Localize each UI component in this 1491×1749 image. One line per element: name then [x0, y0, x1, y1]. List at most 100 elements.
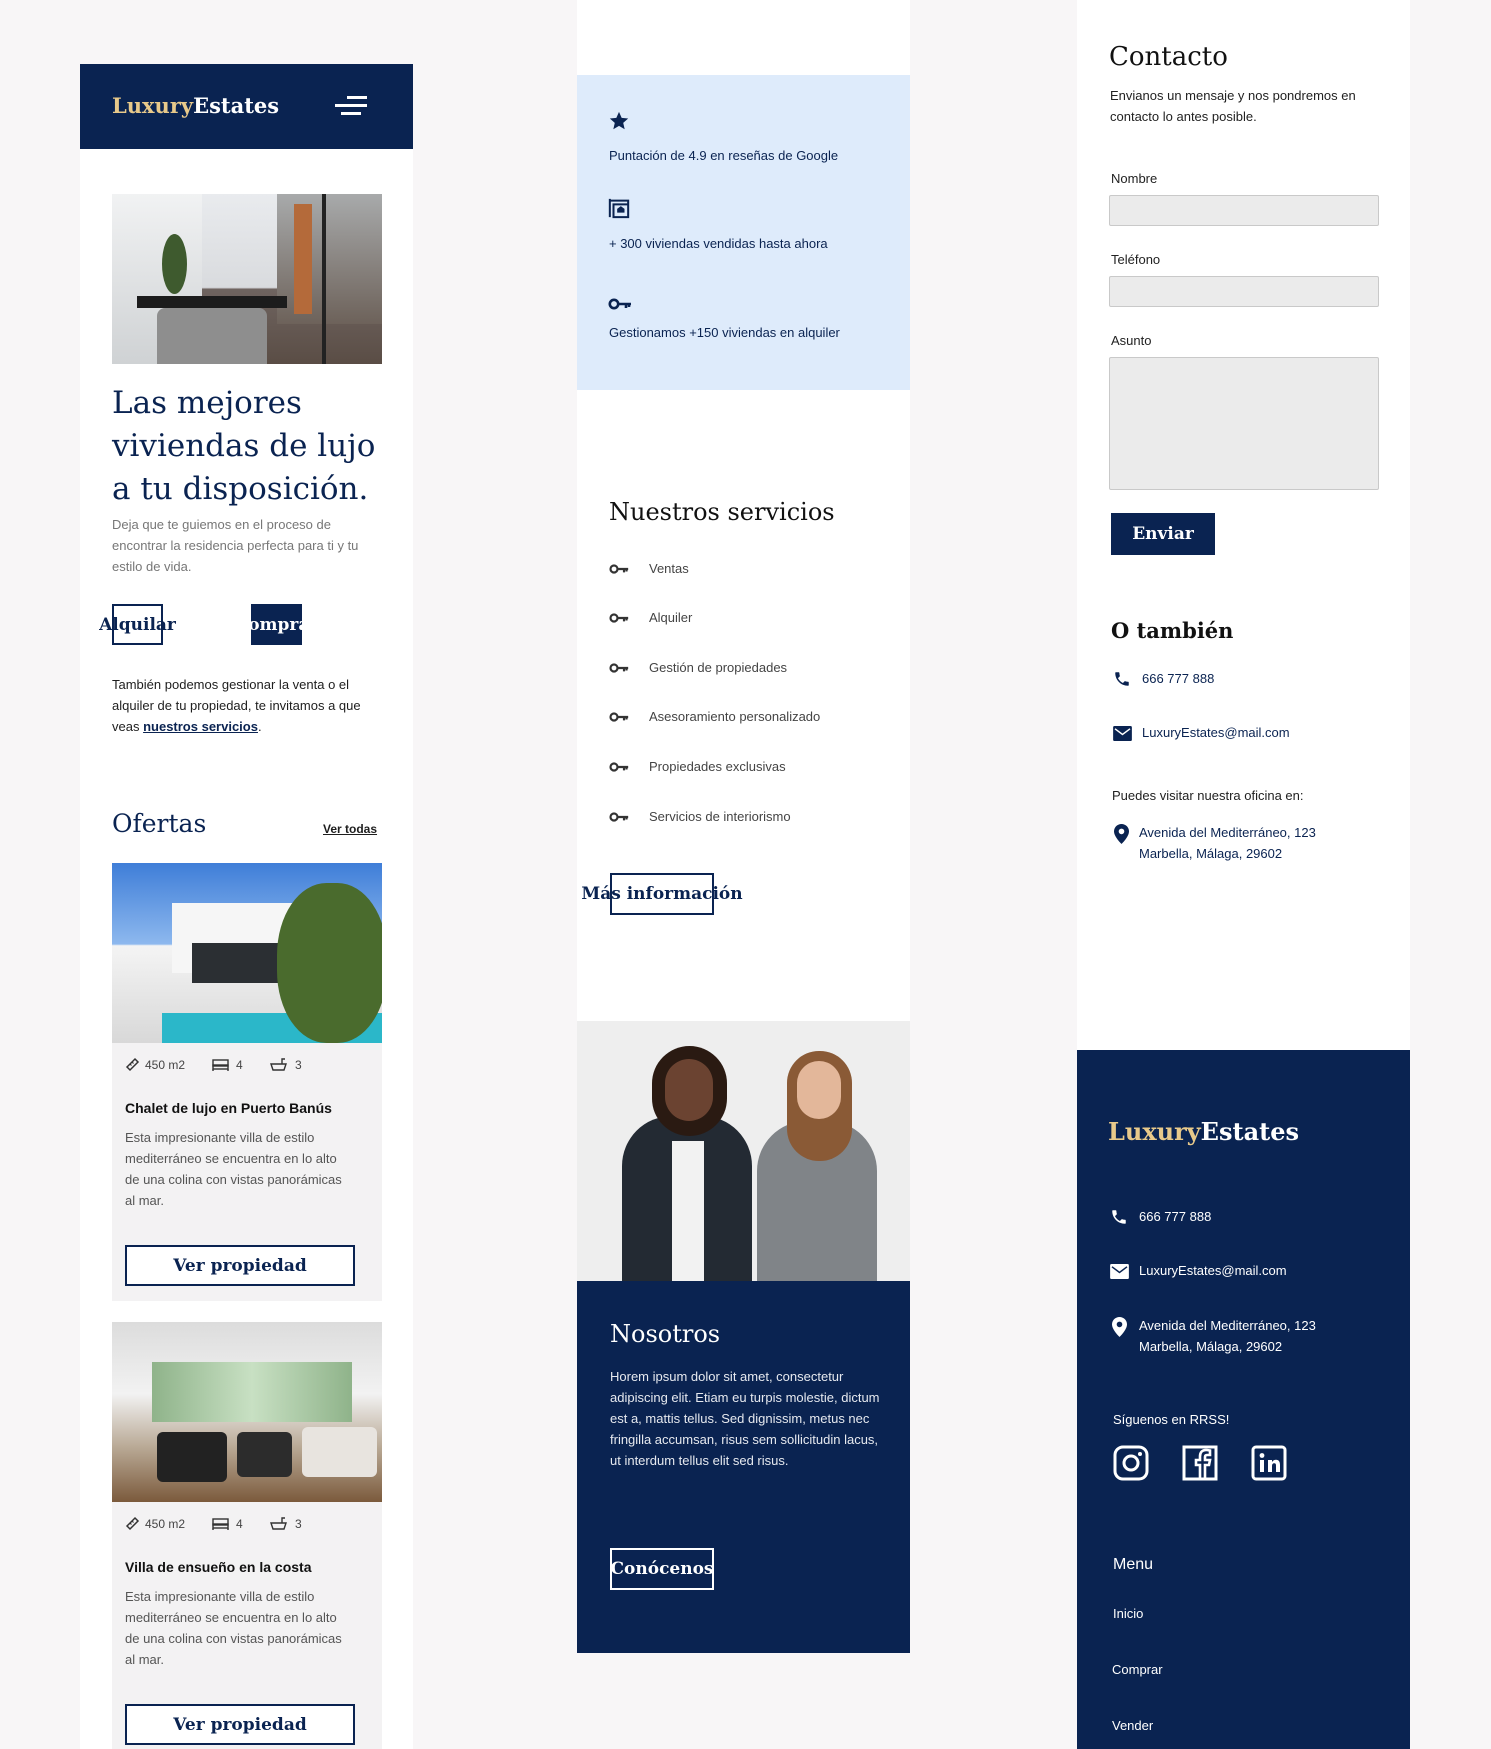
view-property-button[interactable]: Ver propiedad [125, 1704, 355, 1745]
phone-icon [1113, 670, 1131, 688]
address-line-1: Avenida del Mediterráneo, 123 [1139, 825, 1316, 840]
service-item: Propiedades exclusivas [649, 759, 786, 774]
location-pin-icon [1112, 1317, 1127, 1337]
service-item: Gestión de propiedades [649, 660, 788, 675]
site-header: LuxuryEstates [80, 64, 413, 149]
footer-menu-comprar[interactable]: Comprar [1112, 1662, 1163, 1677]
area-icon [125, 1057, 140, 1072]
listing-image [112, 863, 382, 1043]
name-field[interactable] [1109, 195, 1379, 226]
footer-email[interactable]: LuxuryEstates@mail.com [1139, 1263, 1287, 1278]
contact-subtitle: Envianos un mensaje y nos pondremos en c… [1110, 88, 1356, 124]
key-icon [609, 811, 629, 823]
submit-button[interactable]: Enviar [1111, 513, 1215, 555]
listing-title: Chalet de lujo en Puerto Banús [125, 1100, 332, 1116]
stat-text: + 300 viviendas vendidas hasta ahora [609, 236, 828, 251]
footer-menu-title: Menu [1113, 1556, 1154, 1573]
submit-label: Enviar [1132, 524, 1194, 544]
more-info-button[interactable]: Más información [581, 873, 743, 915]
key-icon [609, 612, 629, 624]
service-item: Servicios de interiorismo [649, 809, 791, 824]
contact-phone[interactable]: 666 777 888 [1142, 671, 1214, 686]
brand-part-2: Estates [193, 93, 280, 118]
location-pin-icon [1114, 824, 1129, 844]
service-item: Ventas [649, 561, 689, 576]
address-line-2: Marbella, Málaga, 29602 [1139, 846, 1283, 861]
services-title: Nuestros servicios [609, 498, 835, 526]
services-link[interactable]: nuestros servicios [143, 719, 258, 734]
view-property-label: Ver propiedad [173, 1714, 307, 1735]
listing-baths: 3 [295, 1058, 302, 1072]
contact-title: Contacto [1109, 42, 1228, 72]
hero-subtitle: Deja que te guiemos en el proceso de enc… [112, 517, 359, 574]
subject-field[interactable] [1109, 357, 1379, 490]
address-line-1: Avenida del Mediterráneo, 123 [1139, 1318, 1316, 1333]
contact-screen: Contacto Envianos un mensaje y nos pondr… [1077, 0, 1410, 1749]
listing-baths: 3 [295, 1517, 302, 1531]
instagram-icon[interactable] [1113, 1445, 1149, 1481]
listing-description: Esta impresionante villa de estilo medit… [125, 1130, 342, 1208]
stats-panel: Puntación de 4.9 en reseñas de Google + … [577, 75, 910, 390]
listing-beds: 4 [236, 1517, 243, 1531]
listing-card[interactable]: 450 m2 4 3 Chalet de lujo en Puerto Banú… [112, 863, 382, 1301]
footer-menu-vender[interactable]: Vender [1112, 1718, 1153, 1733]
linkedin-icon[interactable] [1251, 1445, 1287, 1481]
view-property-button[interactable]: Ver propiedad [125, 1245, 355, 1286]
footer-address: Avenida del Mediterráneo, 123 Marbella, … [1139, 1315, 1316, 1357]
rent-button[interactable]: Alquilar [99, 604, 176, 645]
phone-field[interactable] [1109, 276, 1379, 307]
buy-button-label: Comprar [251, 614, 302, 635]
about-section: Nosotros Horem ipsum dolor sit amet, con… [577, 1281, 910, 1653]
offers-title: Ofertas [112, 809, 207, 838]
mail-icon [1110, 1264, 1129, 1279]
star-icon [608, 110, 630, 132]
stat-text: Gestionamos +150 viviendas en alquiler [609, 325, 840, 340]
footer-menu-inicio[interactable]: Inicio [1113, 1606, 1143, 1621]
home-screen: LuxuryEstates Las mejores viviendas de l… [80, 64, 413, 1749]
team-photo [577, 1021, 910, 1281]
more-info-label: Más información [581, 884, 743, 904]
social-title: Síguenos en RRSS! [1113, 1412, 1230, 1427]
about-us-label: Conócenos [610, 1559, 714, 1579]
key-icon [609, 662, 629, 674]
manage-text: También podemos gestionar la venta o el … [112, 674, 382, 737]
listing-beds: 4 [236, 1058, 243, 1072]
facebook-icon[interactable] [1182, 1445, 1218, 1481]
see-all-link[interactable]: Ver todas [323, 822, 377, 836]
key-icon [609, 711, 629, 723]
hero-image [112, 194, 382, 364]
manage-text-end: . [257, 719, 262, 734]
phone-label: Teléfono [1111, 252, 1161, 267]
brand-logo[interactable]: LuxuryEstates [112, 93, 279, 118]
key-icon [609, 761, 629, 773]
office-label: Puedes visitar nuestra oficina en: [1112, 788, 1304, 803]
area-icon [125, 1516, 140, 1531]
menu-icon[interactable] [335, 95, 367, 117]
stat-text: Puntación de 4.9 en reseñas de Google [609, 148, 839, 163]
contact-email[interactable]: LuxuryEstates@mail.com [1142, 725, 1290, 740]
phone-icon [1110, 1208, 1128, 1226]
bath-icon [270, 1057, 287, 1072]
bed-icon [212, 1518, 229, 1531]
key-icon [608, 297, 632, 311]
brand-part-1: Luxury [1108, 1117, 1201, 1146]
listing-area: 450 m2 [145, 1058, 186, 1072]
name-label: Nombre [1111, 171, 1158, 186]
buy-button[interactable]: Comprar [251, 604, 302, 645]
footer-phone[interactable]: 666 777 888 [1139, 1209, 1211, 1224]
listing-card[interactable]: 450 m2 4 3 Villa de ensueño en la costa … [112, 1322, 382, 1749]
about-us-button[interactable]: Conócenos [610, 1548, 714, 1590]
about-title: Nosotros [610, 1320, 721, 1348]
rent-button-label: Alquilar [99, 614, 176, 635]
bed-icon [212, 1059, 229, 1072]
subject-label: Asunto [1111, 333, 1152, 348]
footer-logo[interactable]: LuxuryEstates [1108, 1117, 1299, 1146]
address-line-2: Marbella, Málaga, 29602 [1139, 1339, 1283, 1354]
listing-description: Esta impresionante villa de estilo medit… [125, 1589, 342, 1667]
bath-icon [270, 1516, 287, 1531]
listing-title: Villa de ensueño en la costa [125, 1559, 312, 1575]
mail-icon [1113, 726, 1132, 741]
listing-area: 450 m2 [145, 1517, 186, 1531]
brand-part-2: Estates [1200, 1117, 1299, 1146]
service-item: Alquiler [649, 610, 693, 625]
